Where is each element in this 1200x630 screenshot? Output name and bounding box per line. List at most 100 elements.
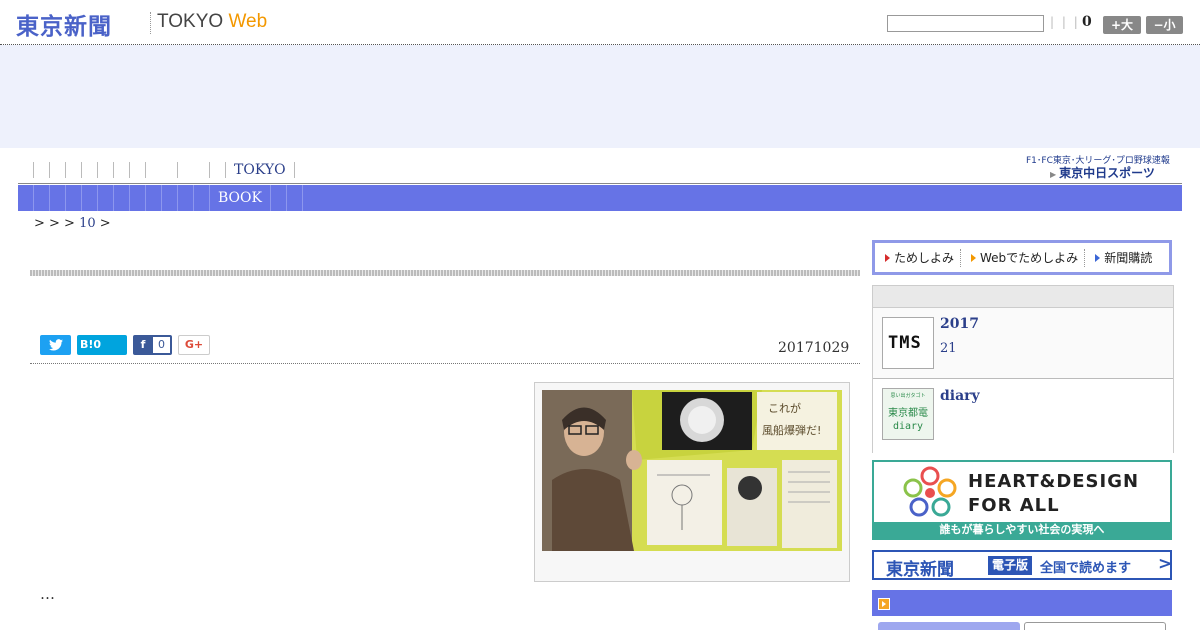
nav-item[interactable] [66,185,82,211]
ad-banner-area [0,45,1200,148]
subscribe-label: 新聞購読 [1104,251,1153,265]
triangle-red-icon [885,253,890,262]
font-size-small-button[interactable]: −小 [1146,16,1183,34]
trial-read-box: ためしよみ Webでためしよみ 新聞購読 [872,240,1172,275]
nav-item[interactable] [146,162,178,178]
nav-item[interactable] [82,185,98,211]
nav-item[interactable] [146,185,162,211]
trial-read-label: ためしよみ [894,251,955,265]
logo-web-text: Web [228,11,268,32]
list-item[interactable]: TMS 2017 21 [873,308,1173,379]
widget-item-title[interactable]: diary [940,388,980,404]
facebook-share-button[interactable]: f0 [133,335,172,355]
nav-item[interactable] [130,162,146,178]
nav-item[interactable] [98,162,114,178]
svg-text:風船爆弾だ!: 風船爆弾だ! [762,423,821,437]
google-plus-share-button[interactable]: G+ [178,335,210,355]
secondary-nav: BOOK [18,185,1182,211]
search-input[interactable] [887,15,1044,32]
article-photo-frame: これが 風船爆弾だ! [534,382,850,582]
hatena-count: 0 [93,338,102,351]
nav-item[interactable] [18,185,34,211]
sponsor-name: 東京中日スポーツ [1059,166,1155,180]
sidebar-widget: TMS 2017 21 思い出ガタゴト 東京都電 diary diary [872,285,1174,453]
breadcrumb-suffix: > [99,216,111,231]
digital-edition-tag: 電子版 [988,556,1032,575]
widget-item-title[interactable]: 2017 [940,316,979,332]
thumb-caption-top: 思い出ガタゴト [890,393,926,399]
logo-divider [150,12,151,34]
logo-tokyo-shimbun[interactable]: 東京新聞 [16,7,112,41]
web-trial-read-label: Webでためしよみ [980,251,1079,265]
article-divider [30,363,860,364]
heart-banner-line1: HEART&DESIGN [968,471,1140,492]
breadcrumb: > > > 10 > [34,216,111,231]
nav-item[interactable] [114,162,130,178]
twitter-icon [48,339,63,351]
article-photo[interactable]: これが 風船爆弾だ! [542,390,842,551]
primary-nav: TOKYO [18,160,295,180]
nav-divider [18,183,1182,184]
nav-item[interactable] [34,185,50,211]
nav-item[interactable] [98,185,114,211]
triangle-orange-icon [971,253,977,262]
sidebar-tab-inactive[interactable] [1024,622,1166,630]
nav-item[interactable] [82,162,98,178]
nav-item[interactable] [130,185,146,211]
widget-header [873,286,1173,308]
web-trial-read-link[interactable]: Webでためしよみ [961,248,1086,267]
sponsor-link-chunichi-sports[interactable]: ▶ 東京中日スポーツ [1050,164,1155,181]
logo-tokyo-web[interactable]: TOKYO Web [157,11,267,33]
triangle-blue-icon [1095,253,1101,262]
svg-text:これが: これが [768,401,801,415]
header-count: 0 [1082,14,1092,30]
header-links: | | | [1050,15,1080,29]
trial-read-link[interactable]: ためしよみ [875,248,962,267]
site-header: 東京新聞 TOKYO Web | | | 0 +大 −小 [0,0,1200,45]
nav-item[interactable] [114,185,130,211]
logo-tokyo-text: TOKYO [157,11,224,32]
article-date: 20171029 [778,340,850,356]
nav-item[interactable] [66,162,82,178]
font-size-large-button[interactable]: +大 [1103,16,1141,34]
nav-item[interactable] [50,185,66,211]
article-ellipsis: … [40,585,55,603]
nav-item[interactable] [178,185,194,211]
thumb-caption-bottom: diary [892,421,924,432]
twitter-share-button[interactable] [40,335,71,355]
chevron-right-icon: > [1158,554,1173,574]
heart-design-banner[interactable]: HEART&DESIGN FOR ALL 誰もが暮らしやすい社会の実現へ [872,460,1172,540]
subscribe-link[interactable]: 新聞購読 [1085,249,1158,267]
nav-item[interactable] [287,185,303,211]
heart-design-logo-icon [903,466,957,517]
facebook-count: 0 [153,337,170,353]
nav-item[interactable] [178,162,210,178]
tms-logo: TMS [888,333,922,353]
facebook-icon: f [140,338,146,351]
play-icon [878,598,890,610]
thumb-caption-mid: 東京都電 [888,408,928,419]
nav-item[interactable] [210,162,226,178]
sidebar-tab-active[interactable] [878,622,1020,630]
list-item[interactable]: 思い出ガタゴト 東京都電 diary diary [873,380,1173,453]
sidebar-section-bar [872,590,1172,616]
digital-banner-logo: 東京新聞 [886,560,954,580]
heart-banner-line2: FOR ALL [968,495,1060,516]
nav-item[interactable] [162,185,178,211]
hatena-bookmark-button[interactable]: B!0 [77,335,127,355]
nav-item[interactable] [194,185,210,211]
digital-edition-banner[interactable]: 東京新聞 電子版 全国で読めます > [872,550,1172,580]
digital-banner-text: 全国で読めます [1040,561,1132,576]
toden-diary-thumbnail: 思い出ガタゴト 東京都電 diary [882,388,934,440]
nav-item[interactable] [34,162,50,178]
hatena-icon: B! [80,338,94,351]
heart-banner-tagline: 誰もが暮らしやすい社会の実現へ [874,522,1170,538]
breadcrumb-link[interactable]: 10 [79,216,96,231]
nav-item[interactable] [18,162,34,178]
nav-item[interactable] [50,162,66,178]
nav-item-book[interactable]: BOOK [210,185,271,211]
widget-item-subtitle[interactable]: 21 [940,341,957,356]
chevron-right-icon: ▶ [1050,170,1057,179]
nav-item[interactable] [271,185,287,211]
nav-item-tokyo[interactable]: TOKYO [226,162,295,178]
